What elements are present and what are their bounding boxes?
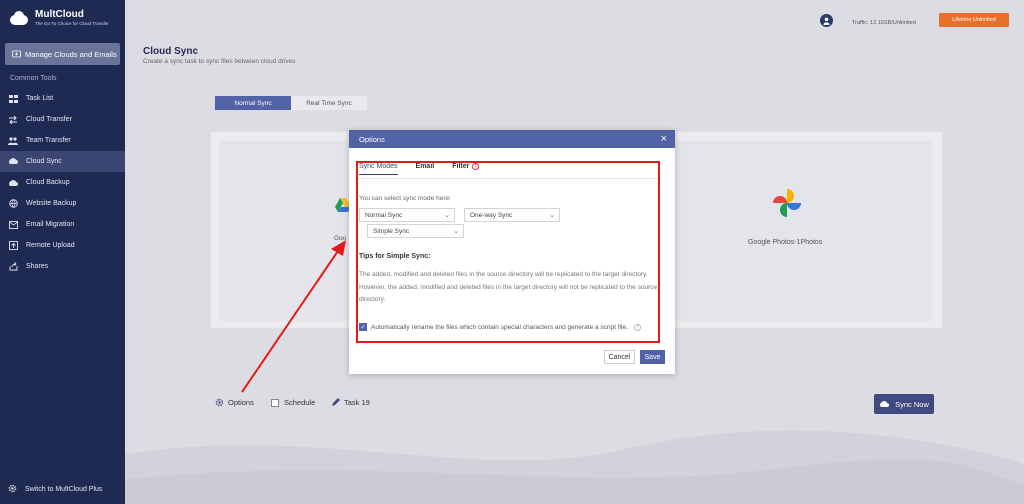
sidebar-item-label: Email Migration [26, 221, 75, 228]
dialog-title: Options [359, 134, 385, 144]
cancel-button[interactable]: Cancel [604, 350, 635, 364]
share-icon [8, 262, 18, 272]
sidebar-item-website-backup[interactable]: Website Backup [0, 193, 125, 214]
logo[interactable]: MultCloud The Go-To Choice for Cloud Tra… [8, 9, 109, 26]
sidebar-item-cloud-sync[interactable]: Cloud Sync [0, 151, 125, 172]
options-label: Options [228, 398, 254, 407]
sidebar-item-label: Team Transfer [26, 137, 71, 144]
cloud-backup-icon [8, 178, 18, 188]
sidebar-item-label: Cloud Sync [26, 158, 62, 165]
manage-clouds-label: Manage Clouds and Emails [25, 49, 117, 59]
switch-plus-label: Switch to MultCloud Plus [25, 486, 103, 493]
lifetime-unlimited-button[interactable]: Lifetime Unlimited [939, 13, 1009, 27]
gear-icon [215, 398, 224, 407]
cloud-sync-icon [880, 401, 890, 407]
save-button[interactable]: Save [640, 350, 665, 364]
email-icon [8, 220, 18, 230]
task-list-icon [8, 94, 18, 104]
tab-normal-sync[interactable]: Normal Sync [215, 96, 291, 110]
gear-icon [8, 484, 17, 495]
transfer-icon [8, 115, 18, 125]
page-subtitle: Create a sync task to sync files between… [143, 58, 296, 65]
sync-type-tabs: Normal Sync Real Time Sync [215, 96, 367, 110]
task-name[interactable]: Task 19 [331, 398, 370, 407]
tab-real-time-sync[interactable]: Real Time Sync [291, 96, 367, 110]
dialog-header: Options × [349, 130, 675, 148]
options-button[interactable]: Options [215, 398, 254, 407]
source-cloud-label: Goo [334, 235, 347, 242]
sidebar-item-label: Shares [26, 263, 49, 270]
close-icon[interactable]: × [661, 133, 667, 145]
sidebar-item-cloud-transfer[interactable]: Cloud Transfer [0, 109, 125, 130]
schedule-label: Schedule [284, 398, 316, 407]
sidebar-item-label: Cloud Transfer [26, 116, 72, 123]
globe-icon [8, 199, 18, 209]
app-name: MultCloud [35, 9, 84, 20]
cloud-logo-icon [8, 10, 30, 26]
traffic-info: Traffic: 12.11GB/Unlimited [852, 20, 916, 26]
user-icon [823, 17, 830, 25]
highlight-box [356, 161, 660, 343]
sidebar-item-email-migration[interactable]: Email Migration [0, 214, 125, 235]
sidebar-item-label: Cloud Backup [26, 179, 70, 186]
sidebar-item-cloud-backup[interactable]: Cloud Backup [0, 172, 125, 193]
sidebar-item-team-transfer[interactable]: Team Transfer [0, 130, 125, 151]
sidebar-item-label: Remote Upload [26, 242, 75, 249]
sidebar-nav: Task List Cloud Transfer Team Transfer C… [0, 88, 125, 277]
app-tagline: The Go-To Choice for Cloud Transfer [35, 21, 109, 26]
sync-now-label: Sync Now [895, 399, 929, 409]
sync-now-button[interactable]: Sync Now [874, 394, 934, 414]
pencil-icon [332, 398, 340, 406]
sidebar: MultCloud The Go-To Choice for Cloud Tra… [0, 0, 125, 504]
schedule-checkbox[interactable]: Schedule [271, 398, 315, 407]
common-tools-heading: Common Tools [10, 75, 57, 82]
page-title: Cloud Sync [143, 46, 199, 57]
sidebar-item-shares[interactable]: Shares [0, 256, 125, 277]
sidebar-item-remote-upload[interactable]: Remote Upload [0, 235, 125, 256]
checkbox-icon[interactable] [271, 398, 279, 407]
switch-plus-link[interactable]: Switch to MultCloud Plus [8, 484, 102, 495]
manage-clouds-button[interactable]: Manage Clouds and Emails [5, 43, 120, 65]
sidebar-item-label: Task List [26, 95, 54, 102]
user-avatar[interactable] [820, 14, 833, 27]
sidebar-item-label: Website Backup [26, 200, 77, 207]
target-cloud-label: Google Photos-1Photos [748, 239, 823, 246]
sync-icon [8, 157, 18, 167]
upload-icon [8, 241, 18, 251]
task-name-label: Task 19 [344, 398, 370, 407]
google-photos-icon[interactable] [770, 186, 804, 220]
cloud-plus-icon [12, 50, 21, 58]
sidebar-item-task-list[interactable]: Task List [0, 88, 125, 109]
team-icon [8, 136, 18, 146]
